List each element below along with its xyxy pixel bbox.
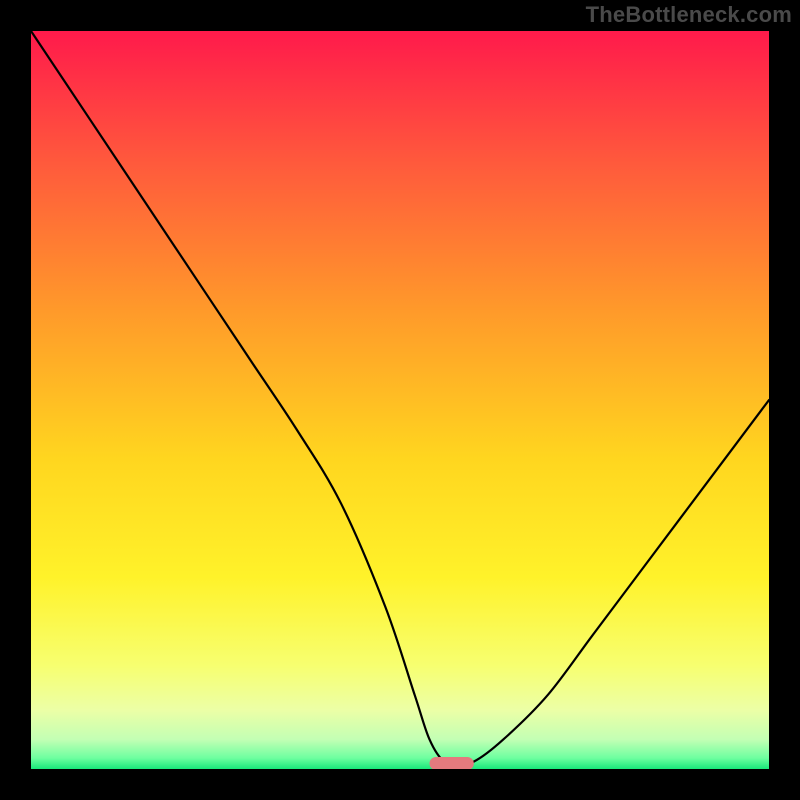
plot-area — [31, 31, 769, 769]
watermark-text: TheBottleneck.com — [586, 2, 792, 28]
chart-frame: TheBottleneck.com — [0, 0, 800, 800]
optimal-marker — [31, 31, 769, 769]
